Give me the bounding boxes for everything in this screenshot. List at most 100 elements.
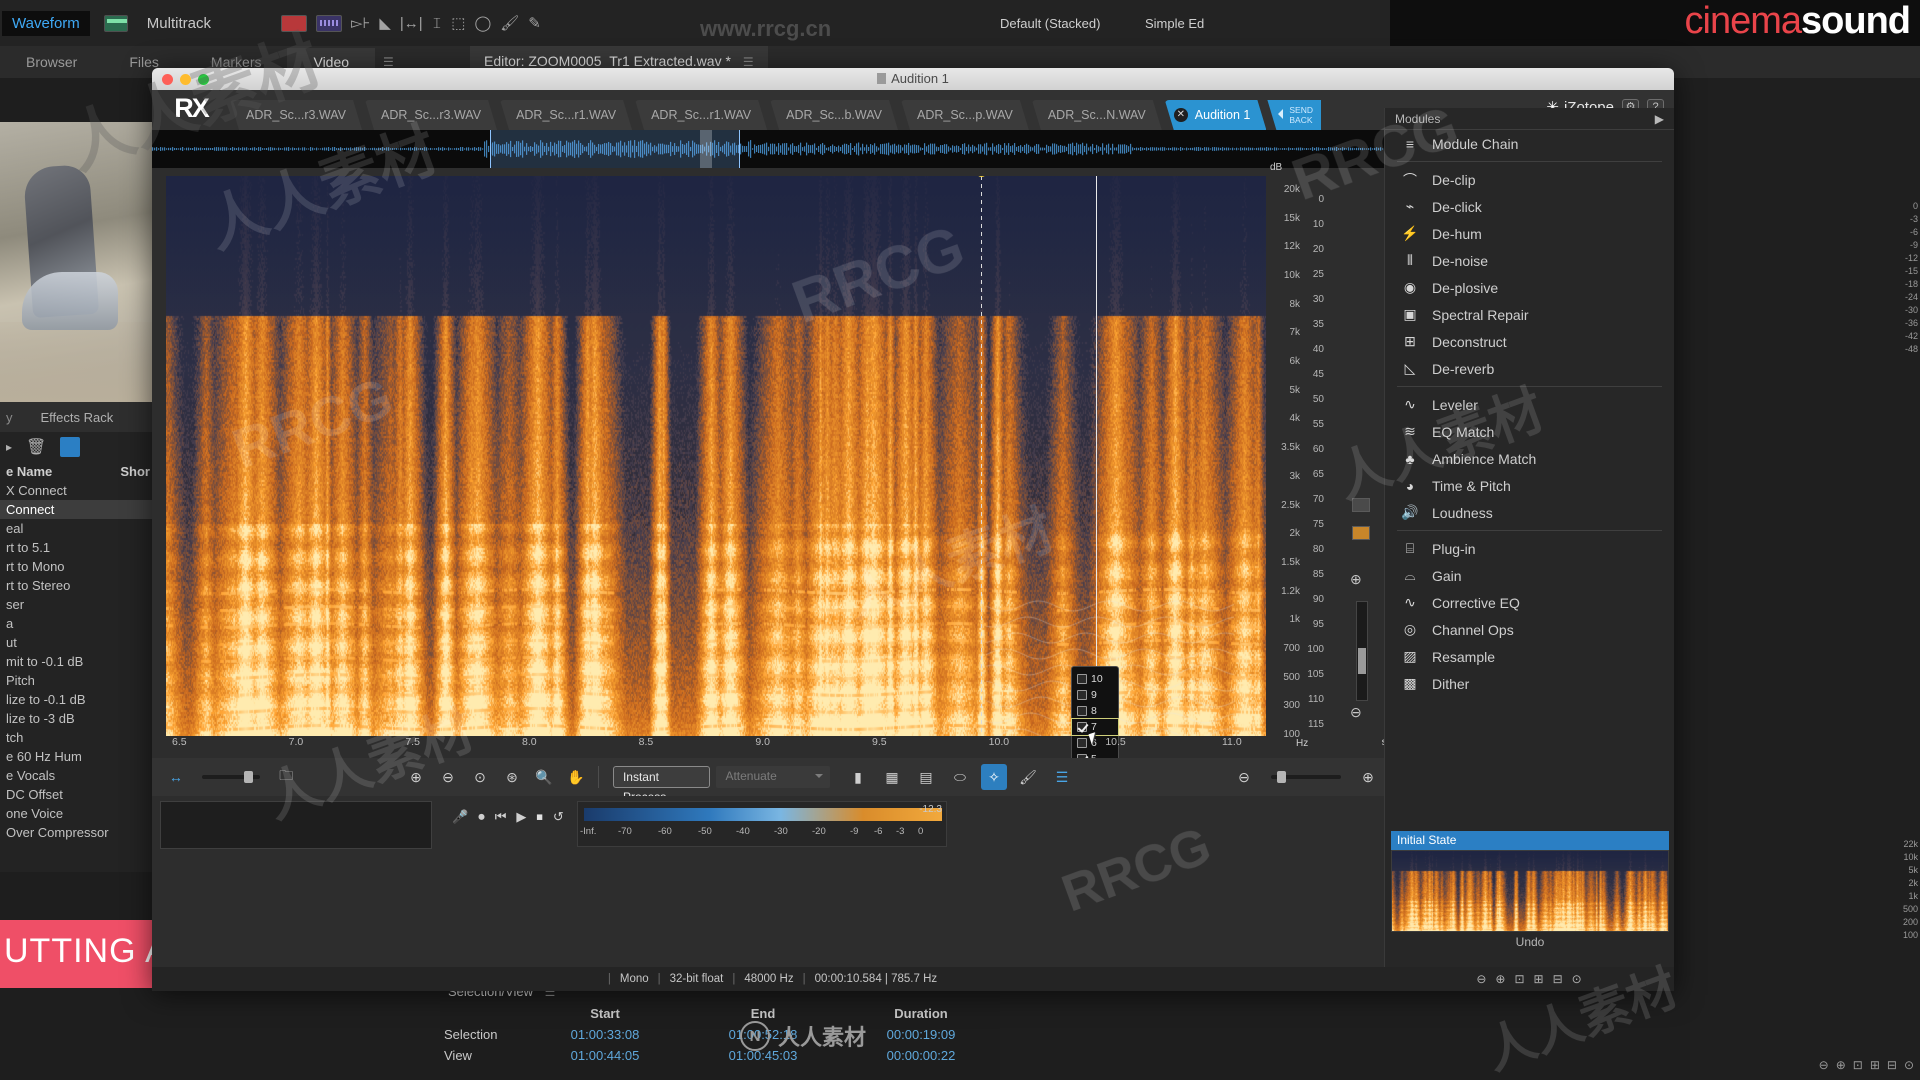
zoom-fit-icon[interactable]: ⊛ <box>499 764 525 790</box>
module-item-de-clip[interactable]: ⌒ De-clip <box>1385 166 1674 193</box>
hand-tool-icon[interactable]: ✋ <box>563 764 589 790</box>
settings-icon[interactable]: ⊙ <box>1572 972 1582 986</box>
mode-waveform[interactable]: Waveform <box>2 11 90 36</box>
overview-playhead[interactable] <box>700 130 712 168</box>
effects-list-item[interactable]: ut <box>0 633 156 652</box>
module-item-de-noise[interactable]: ⦀ De-noise <box>1385 247 1674 274</box>
amplitude-swatch[interactable] <box>1352 498 1370 512</box>
record-icon[interactable]: ⏺ <box>478 809 485 825</box>
horizontal-zoom-out-icon[interactable]: ⊖ <box>1231 764 1257 790</box>
module-item-de-hum[interactable]: ⚡ De-hum <box>1385 220 1674 247</box>
spectrum-icon[interactable]: ⊟ <box>1887 1058 1897 1072</box>
red-swatch-icon[interactable] <box>281 15 307 32</box>
spectrum-icon[interactable]: ⊟ <box>1553 972 1563 986</box>
module-item-ambience-match[interactable]: ♣ Ambience Match <box>1385 445 1674 472</box>
effects-list-item[interactable]: lize to -3 dB <box>0 709 156 728</box>
brush-icon[interactable]: 🖌 <box>1015 764 1041 790</box>
play-start-icon[interactable]: ⏮ <box>495 809 507 825</box>
effects-list-item[interactable]: lize to -0.1 dB <box>0 690 156 709</box>
magnifier-icon[interactable]: 🔍 <box>531 764 557 790</box>
module-item-gain[interactable]: ⌓ Gain <box>1385 562 1674 589</box>
spectrogram-image[interactable] <box>166 176 1266 736</box>
playhead-line[interactable] <box>1096 176 1097 736</box>
module-item-de-click[interactable]: ⌁ De-click <box>1385 193 1674 220</box>
slip-tool-icon[interactable]: ◣ <box>379 14 391 32</box>
module-item-loudness[interactable]: 🔊 Loudness <box>1385 499 1674 526</box>
power-arrow-icon[interactable]: ▸ <box>6 440 12 454</box>
eq-curve-icon[interactable]: ☰ <box>1049 764 1075 790</box>
module-item-de-plosive[interactable]: ◉ De-plosive <box>1385 274 1674 301</box>
split-view-icon[interactable]: ▤ <box>913 764 939 790</box>
mode-multitrack[interactable]: Multitrack <box>137 11 221 36</box>
sv-start-value[interactable]: 01:00:44:05 <box>526 1045 684 1066</box>
workspace-default[interactable]: Default (Stacked) <box>1000 16 1100 31</box>
rx-tab-3[interactable]: ADR_Sc...r1.WAV <box>635 100 767 130</box>
overview-waveform[interactable] <box>152 130 1384 168</box>
zoom-out-vertical-icon[interactable]: ⊖ <box>1350 704 1362 721</box>
channel-row-8[interactable]: 8 <box>1072 703 1118 719</box>
zoom-in-icon[interactable]: ⊕ <box>1495 972 1505 986</box>
module-item-spectral-repair[interactable]: ▣ Spectral Repair <box>1385 301 1674 328</box>
effects-list-item[interactable]: ser <box>0 595 156 614</box>
send-back-button[interactable]: SEND BACK <box>1267 100 1321 130</box>
effects-list-item[interactable]: rt to Stereo <box>0 576 156 595</box>
fit-icon[interactable]: ⊡ <box>1514 972 1524 986</box>
effects-list-item[interactable]: e 60 Hz Hum <box>0 747 156 766</box>
razor-icon[interactable]: 𝙸 <box>432 15 443 32</box>
spectrogram-view-icon[interactable]: ▦ <box>879 764 905 790</box>
magic-wand-icon[interactable]: ✧ <box>981 764 1007 790</box>
spectrogram-canvas[interactable] <box>166 176 1266 736</box>
panel-menu-icon[interactable]: ☰ <box>383 55 394 69</box>
spot-healing-icon[interactable]: ✎ <box>528 14 541 32</box>
time-select-icon[interactable]: |↔| <box>400 15 423 32</box>
zoom-out-icon[interactable]: ⊖ <box>435 764 461 790</box>
module-item-deconstruct[interactable]: ⊞ Deconstruct <box>1385 328 1674 355</box>
minimize-icon[interactable] <box>180 74 191 85</box>
checkbox-icon[interactable] <box>1077 706 1087 716</box>
zoom-in-icon[interactable]: ⊕ <box>403 764 429 790</box>
horizontal-zoom-in-icon[interactable]: ⊕ <box>1355 764 1381 790</box>
effects-list-item[interactable]: one Voice <box>0 804 156 823</box>
effects-list-item[interactable]: Pitch <box>0 671 156 690</box>
module-item-plug-in[interactable]: ⌸ Plug-in <box>1385 535 1674 562</box>
process-mode-select[interactable]: Attenuate <box>716 766 830 788</box>
lasso-icon[interactable]: ◯ <box>474 14 491 32</box>
checkbox-icon[interactable] <box>1077 690 1087 700</box>
effects-list-item[interactable]: DC Offset <box>0 785 156 804</box>
select-icon[interactable]: ⊞ <box>1534 972 1544 986</box>
effects-list-item[interactable]: tch <box>0 728 156 747</box>
rx-tab-4[interactable]: ADR_Sc...b.WAV <box>770 100 898 130</box>
gain-slider[interactable] <box>202 775 261 779</box>
paintbrush-icon[interactable]: 🖌 <box>500 14 519 32</box>
rx-tab-7[interactable]: ✕ Audition 1 <box>1165 100 1267 130</box>
rx-tab-0[interactable]: ADR_Sc...r3.WAV <box>230 100 362 130</box>
sv-start-value[interactable]: 01:00:33:08 <box>526 1024 684 1045</box>
folder-icon[interactable]: 🗀 <box>275 764 297 790</box>
zoom-in-vertical-icon[interactable]: ⊕ <box>1350 571 1362 588</box>
checkbox-icon[interactable] <box>1077 722 1087 732</box>
module-item-module-chain[interactable]: ≡ Module Chain <box>1385 130 1674 157</box>
history-thumbnail[interactable] <box>160 801 432 849</box>
effects-list-item[interactable]: rt to Mono <box>0 557 156 576</box>
move-tool-icon[interactable]: ▻⊦ <box>351 14 370 32</box>
select-icon[interactable]: ⊞ <box>1870 1058 1880 1072</box>
instant-process-button[interactable]: Instant Process <box>613 766 711 788</box>
loop-selection-icon[interactable]: ↔ <box>165 764 187 790</box>
rx-tab-1[interactable]: ADR_Sc...r3.WAV <box>365 100 497 130</box>
module-item-channel-ops[interactable]: ◎ Channel Ops <box>1385 616 1674 643</box>
channel-row-10[interactable]: 10 <box>1072 671 1118 687</box>
channel-row-9[interactable]: 9 <box>1072 687 1118 703</box>
module-item-resample[interactable]: ▨ Resample <box>1385 643 1674 670</box>
mic-icon[interactable]: 🎤 <box>452 809 468 825</box>
purple-swatch-icon[interactable] <box>316 15 342 32</box>
panel-tab-browser[interactable]: Browser <box>0 48 103 76</box>
undo-label[interactable]: Undo <box>1385 932 1674 949</box>
module-item-de-reverb[interactable]: ◺ De-reverb <box>1385 355 1674 382</box>
sort-icon[interactable] <box>60 437 80 457</box>
editor-menu-icon[interactable]: ☰ <box>743 55 754 69</box>
effects-list-item[interactable]: e Vocals <box>0 766 156 785</box>
zoom-to-selection-icon[interactable]: ⊙ <box>467 764 493 790</box>
effects-list-item[interactable]: rt to 5.1 <box>0 538 156 557</box>
module-item-corrective-eq[interactable]: ∿ Corrective EQ <box>1385 589 1674 616</box>
module-item-time-pitch[interactable]: ◕ Time & Pitch <box>1385 472 1674 499</box>
